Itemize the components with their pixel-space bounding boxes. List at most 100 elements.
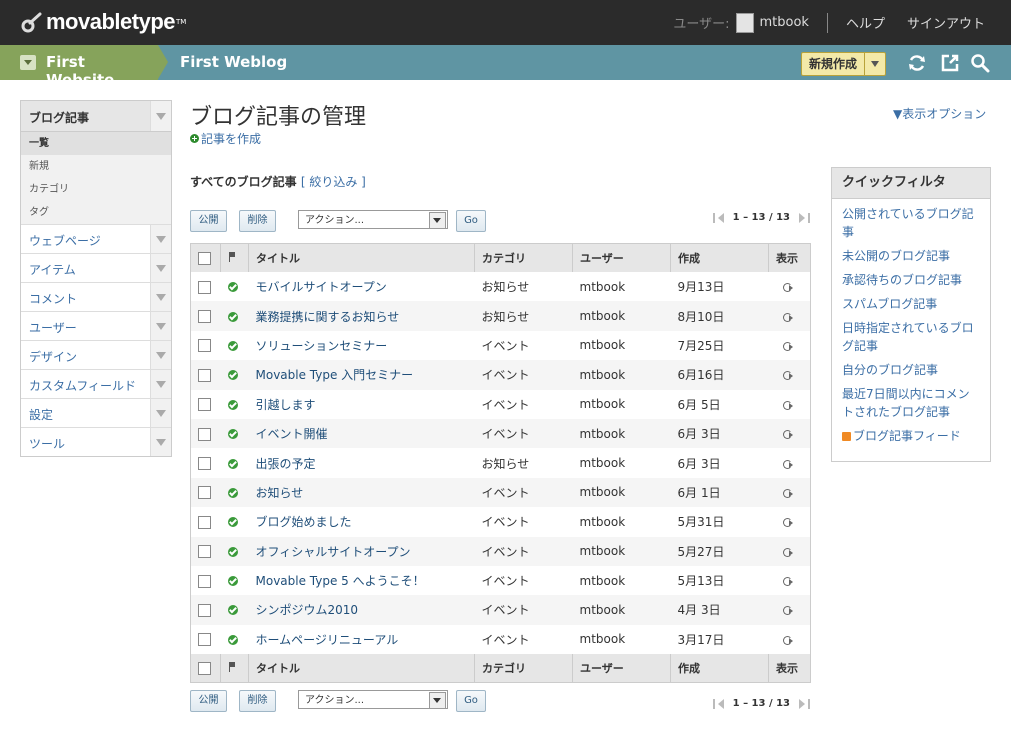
- select-all-checkbox[interactable]: [198, 251, 211, 265]
- row-select-cell[interactable]: [191, 625, 221, 654]
- logo[interactable]: movabletype TM: [20, 8, 186, 36]
- sidebar-item-label[interactable]: ツール: [29, 435, 65, 452]
- created-header[interactable]: 作成: [670, 243, 769, 272]
- row-title-cell[interactable]: ソリューションセミナー: [249, 331, 475, 360]
- view-entry-icon[interactable]: [783, 605, 795, 616]
- sidebar-item-webpage[interactable]: ウェブページ: [21, 224, 171, 253]
- row-checkbox[interactable]: [198, 368, 211, 382]
- sidebar-subitem-list[interactable]: 一覧: [21, 132, 171, 155]
- website-dropdown-icon[interactable]: [20, 55, 36, 70]
- create-new-button[interactable]: 新規作成: [801, 52, 887, 76]
- row-view-cell[interactable]: [769, 419, 811, 448]
- chevron-down-icon[interactable]: [150, 283, 171, 311]
- row-select-cell[interactable]: [191, 537, 221, 566]
- sidebar-item-tools[interactable]: ツール: [21, 427, 171, 456]
- sidebar-item-users[interactable]: ユーザー: [21, 311, 171, 340]
- view-entry-icon[interactable]: [783, 282, 795, 293]
- sidebar-item-comments[interactable]: コメント: [21, 282, 171, 311]
- quick-filter-scheduled[interactable]: 日時指定されているブログ記事: [842, 319, 980, 355]
- entry-title-link[interactable]: お知らせ: [256, 486, 304, 500]
- row-checkbox[interactable]: [198, 280, 211, 294]
- sidebar-item-label[interactable]: コメント: [29, 290, 77, 307]
- row-title-cell[interactable]: イベント開催: [249, 419, 475, 448]
- user-header[interactable]: ユーザー: [572, 243, 671, 272]
- quick-filter-spam[interactable]: スパムブログ記事: [842, 295, 980, 313]
- sidebar-item-design[interactable]: デザイン: [21, 340, 171, 369]
- chevron-down-icon[interactable]: [150, 312, 171, 340]
- avatar[interactable]: [735, 12, 754, 33]
- sidebar-item-label[interactable]: デザイン: [29, 348, 77, 365]
- refresh-icon[interactable]: [907, 53, 927, 73]
- chevron-down-icon[interactable]: [150, 101, 171, 131]
- row-select-cell[interactable]: [191, 360, 221, 389]
- view-entry-icon[interactable]: [783, 370, 795, 381]
- category-footer[interactable]: カテゴリ: [474, 654, 573, 683]
- chevron-down-icon[interactable]: [150, 370, 171, 398]
- entries-feed-label[interactable]: ブログ記事フィード: [853, 429, 961, 443]
- view-entry-icon[interactable]: [783, 312, 795, 322]
- entry-title-link[interactable]: ブログ始めました: [256, 515, 352, 529]
- view-entry-icon[interactable]: [783, 547, 795, 557]
- website-tab[interactable]: First Website: [0, 45, 168, 89]
- sidebar-item-label[interactable]: ウェブページ: [29, 232, 101, 249]
- quick-filter-mine[interactable]: 自分のブログ記事: [842, 361, 980, 379]
- row-view-cell[interactable]: [769, 272, 811, 301]
- row-view-cell[interactable]: [769, 507, 811, 536]
- sidebar-item-settings[interactable]: 設定: [21, 398, 171, 427]
- quick-filter-recent-comments[interactable]: 最近7日間以内にコメントされたブログ記事: [842, 385, 980, 421]
- delete-button[interactable]: 削除: [239, 210, 276, 232]
- row-checkbox[interactable]: [198, 457, 211, 471]
- row-select-cell[interactable]: [191, 390, 221, 419]
- row-title-cell[interactable]: 出張の予定: [249, 448, 475, 477]
- row-view-cell[interactable]: [769, 595, 811, 624]
- row-title-cell[interactable]: お知らせ: [249, 478, 475, 507]
- display-options-link[interactable]: ▼表示オプション: [893, 105, 986, 122]
- row-select-cell[interactable]: [191, 566, 221, 595]
- last-page-icon[interactable]: [808, 212, 810, 223]
- view-entry-icon[interactable]: [783, 517, 795, 528]
- view-entry-icon[interactable]: [783, 576, 795, 587]
- next-page-icon[interactable]: [799, 698, 805, 709]
- row-checkbox[interactable]: [198, 398, 211, 412]
- entry-title-link[interactable]: オフィシャルサイトオープン: [256, 545, 411, 559]
- create-entry-label[interactable]: 記事を作成: [201, 130, 261, 147]
- first-page-icon[interactable]: [712, 212, 715, 223]
- row-select-cell[interactable]: [191, 448, 221, 477]
- row-view-cell[interactable]: [769, 331, 811, 360]
- row-title-cell[interactable]: Movable Type 入門セミナー: [249, 360, 475, 389]
- entry-title-link[interactable]: モバイルサイトオープン: [256, 280, 387, 294]
- username-link[interactable]: mtbook: [760, 15, 809, 30]
- view-entry-icon[interactable]: [783, 635, 795, 645]
- row-view-cell[interactable]: [769, 625, 811, 654]
- signout-link[interactable]: サインアウト: [907, 13, 985, 32]
- select-all-footer[interactable]: [190, 654, 221, 683]
- quick-filter-published[interactable]: 公開されているブログ記事: [842, 205, 980, 241]
- view-entry-icon[interactable]: [783, 488, 795, 498]
- row-select-cell[interactable]: [191, 331, 221, 360]
- entry-title-link[interactable]: 業務提携に関するお知らせ: [256, 310, 400, 324]
- entry-title-link[interactable]: シンポジウム2010: [256, 603, 359, 617]
- row-checkbox[interactable]: [198, 310, 211, 324]
- website-name[interactable]: First Website: [46, 53, 158, 89]
- title-footer[interactable]: タイトル: [248, 654, 475, 683]
- chevron-down-icon[interactable]: [864, 53, 885, 75]
- row-checkbox[interactable]: [198, 339, 211, 353]
- view-entry-icon[interactable]: [783, 400, 795, 410]
- entries-feed-link[interactable]: ブログ記事フィード: [842, 427, 980, 445]
- sidebar-subitem-tag[interactable]: タグ: [21, 201, 171, 224]
- user-footer[interactable]: ユーザー: [572, 654, 671, 683]
- create-new-label[interactable]: 新規作成: [802, 53, 864, 75]
- entry-title-link[interactable]: ホームページリニューアル: [256, 633, 399, 647]
- sidebar-item-label[interactable]: ユーザー: [29, 319, 77, 336]
- row-select-cell[interactable]: [191, 595, 221, 624]
- sidebar-item-custom-fields[interactable]: カスタムフィールド: [21, 369, 171, 398]
- action-select[interactable]: アクション...: [298, 210, 448, 229]
- chevron-down-icon[interactable]: [150, 428, 171, 456]
- select-all-checkbox[interactable]: [198, 661, 211, 675]
- row-checkbox[interactable]: [198, 545, 211, 559]
- row-title-cell[interactable]: シンポジウム2010: [249, 595, 475, 624]
- sidebar-item-label[interactable]: 設定: [29, 406, 53, 423]
- next-page-icon[interactable]: [799, 212, 805, 223]
- chevron-down-icon[interactable]: [150, 254, 171, 282]
- row-select-cell[interactable]: [191, 272, 221, 301]
